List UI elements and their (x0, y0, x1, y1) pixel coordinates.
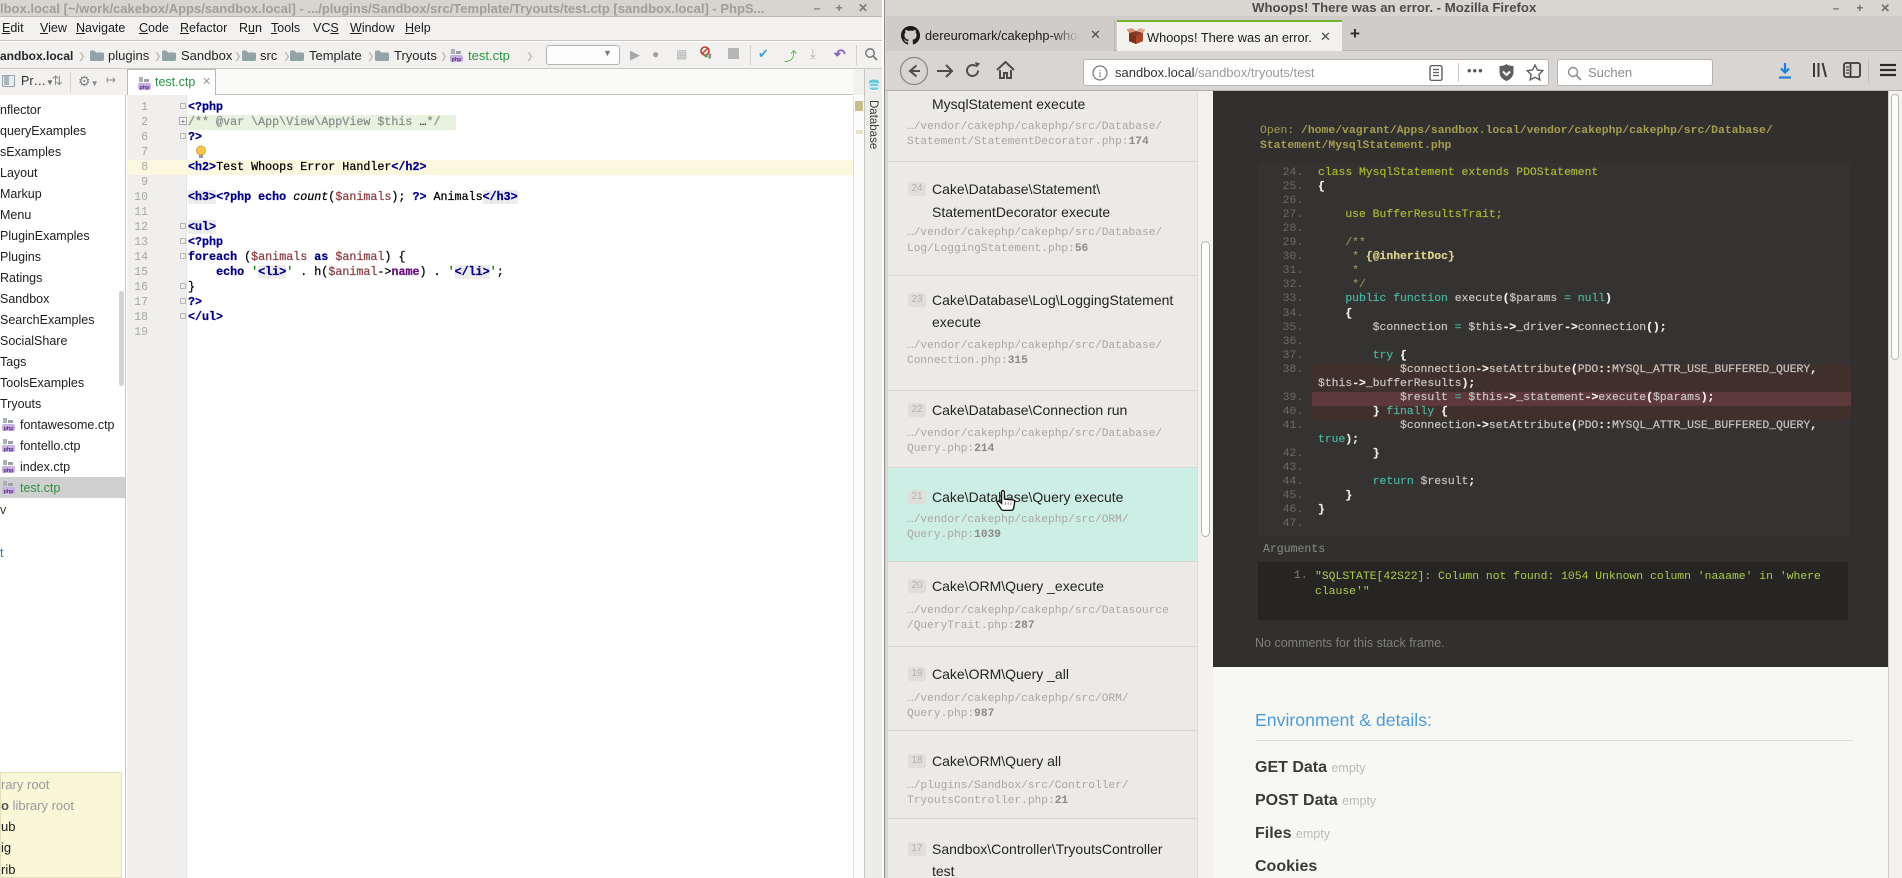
svg-text:php: php (3, 468, 14, 473)
svg-text:php: php (451, 57, 462, 62)
svg-text:php: php (3, 447, 14, 452)
svg-text:php: php (3, 489, 14, 494)
svg-text:i: i (1099, 69, 1102, 80)
svg-text:php: php (3, 426, 14, 431)
svg-text:php: php (139, 85, 150, 90)
